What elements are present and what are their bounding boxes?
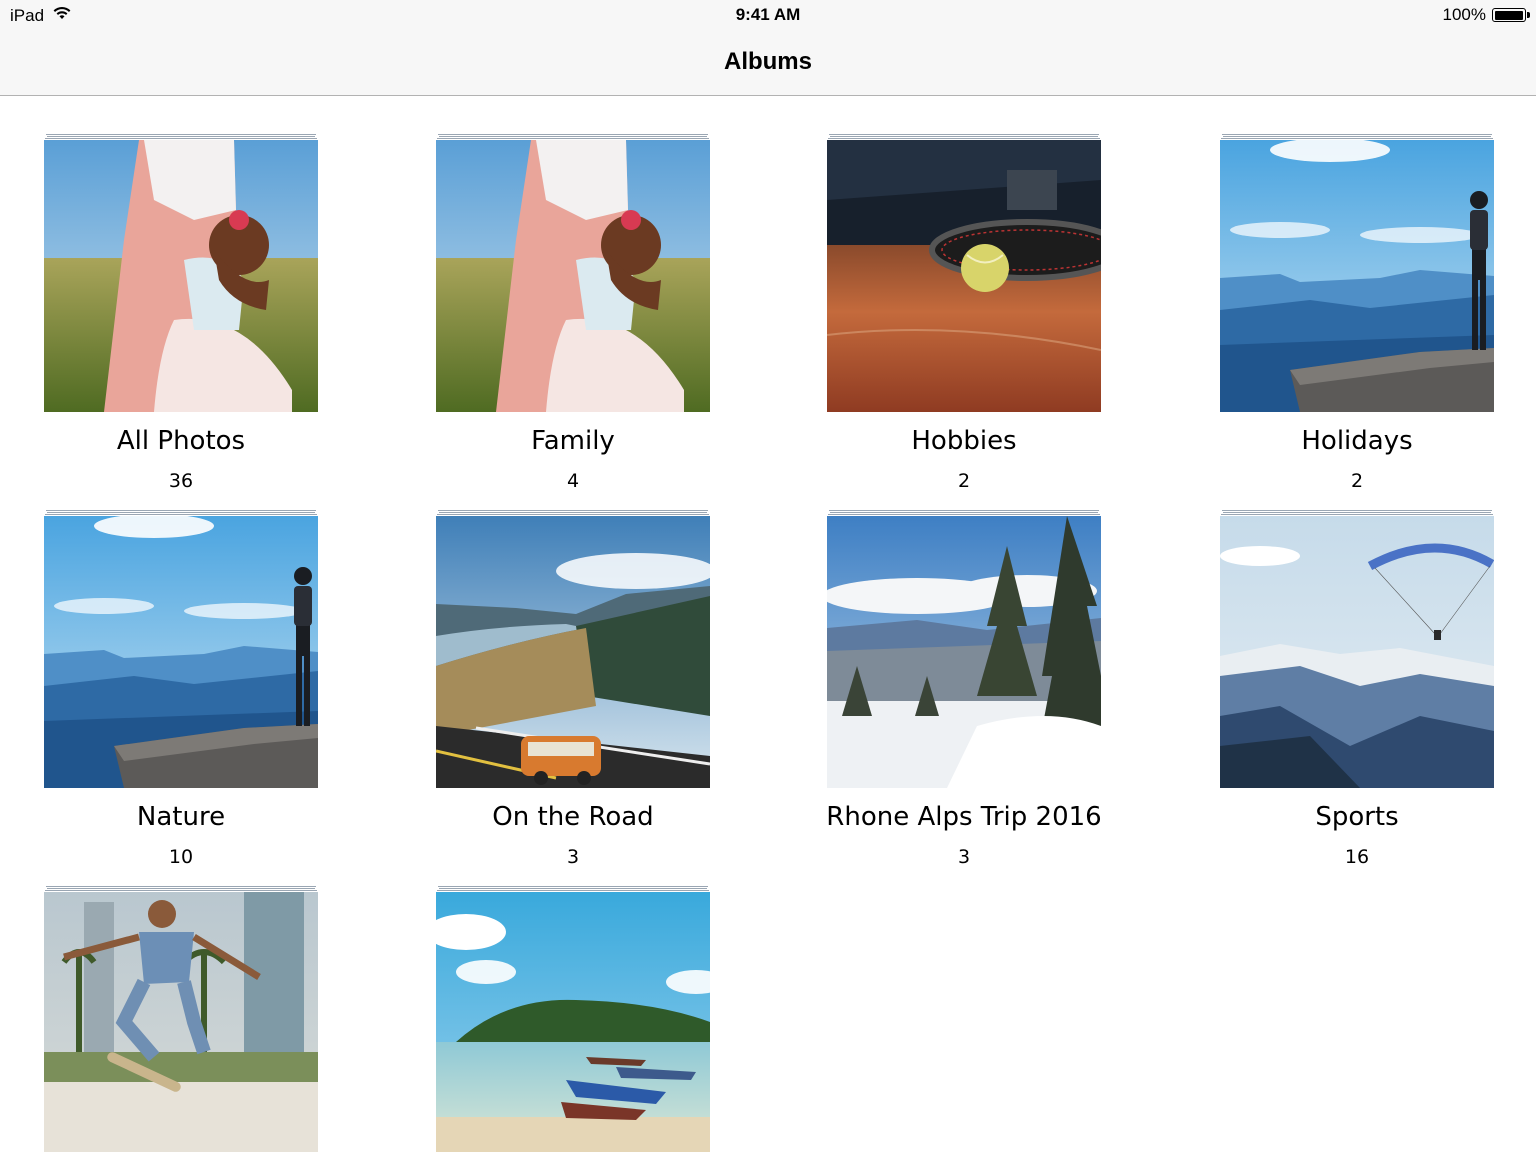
album-stack-edge — [46, 510, 316, 511]
album-photo-count: 10 — [168, 846, 194, 868]
album-title: Rhone Alps Trip 2016 — [826, 802, 1102, 832]
album-stack-edge — [47, 512, 315, 513]
album-thumbnail[interactable] — [44, 140, 318, 412]
album-stack-edge — [1221, 514, 1493, 515]
thumbnail-canyon-cliff-person — [44, 516, 318, 788]
album-title: Holidays — [1301, 426, 1413, 456]
album-title: On the Road — [492, 802, 654, 832]
album-stack-edge — [830, 136, 1098, 137]
album-stack-edge — [437, 514, 709, 515]
album-thumbnail[interactable] — [44, 892, 318, 1152]
status-right: 100% — [1442, 5, 1530, 25]
page-title: Albums — [723, 48, 812, 75]
album-thumbnail[interactable] — [827, 516, 1101, 788]
album-stack-edge — [828, 138, 1100, 139]
album-title: Nature — [136, 802, 226, 832]
thumbnail-tennis-racket-and-ball — [827, 140, 1101, 412]
album-photo-count: 4 — [566, 470, 580, 492]
album-photo-count: 3 — [566, 846, 580, 868]
battery-level-fill — [1494, 10, 1523, 20]
album-stack-edge — [1223, 512, 1491, 513]
thumbnail-skateboarder-jump — [44, 892, 318, 1152]
album-stack-edge — [1222, 134, 1492, 135]
album-title: Sports — [1315, 802, 1399, 832]
album-photo-count: 16 — [1344, 846, 1370, 868]
thumbnail-mother-and-daughter-in-field — [44, 140, 318, 412]
album-stack-edge — [828, 514, 1100, 515]
album-photo-count: 36 — [168, 470, 194, 492]
thumbnail-snowy-pine-forest — [827, 516, 1101, 788]
album-grid: All Photos 36 Family 4 Hobbies 2 Holiday… — [0, 97, 1536, 1152]
album-title: Hobbies — [911, 426, 1017, 456]
album-stack-edge — [1223, 136, 1491, 137]
navigation-bar: Albums — [0, 32, 1536, 96]
album-stack-edge — [830, 512, 1098, 513]
album-thumbnail[interactable] — [827, 140, 1101, 412]
album-title: All Photos — [116, 426, 246, 456]
album-stack-edge — [45, 514, 317, 515]
album-thumbnail[interactable] — [436, 516, 710, 788]
album-stack-edge — [45, 138, 317, 139]
album-thumbnail[interactable] — [1220, 516, 1494, 788]
album-stack-edge — [439, 888, 707, 889]
thumbnail-canyon-cliff-person — [1220, 140, 1494, 412]
album-photo-count: 2 — [1350, 470, 1364, 492]
album-photo-count: 3 — [957, 846, 971, 868]
album-stack-edge — [439, 136, 707, 137]
thumbnail-tropical-island-boats — [436, 892, 710, 1152]
album-stack-edge — [46, 134, 316, 135]
status-bar: iPad 9:41 AM 100% — [0, 0, 1536, 32]
album-thumbnail[interactable] — [436, 892, 710, 1152]
album-stack-edge — [47, 888, 315, 889]
thumbnail-river-valley-van — [436, 516, 710, 788]
album-stack-edge — [438, 134, 708, 135]
album-stack-edge — [47, 136, 315, 137]
album-stack-edge — [439, 512, 707, 513]
album-stack-edge — [1222, 510, 1492, 511]
thumbnail-mother-and-daughter-in-field — [436, 140, 710, 412]
album-photo-count: 2 — [957, 470, 971, 492]
album-stack-edge — [438, 886, 708, 887]
album-thumbnail[interactable] — [436, 140, 710, 412]
battery-percent: 100% — [1442, 5, 1486, 24]
status-time: 9:41 AM — [735, 5, 801, 24]
album-title: Family — [531, 426, 615, 456]
battery-icon — [1492, 8, 1530, 22]
album-stack-edge — [829, 510, 1099, 511]
album-stack-edge — [45, 890, 317, 891]
album-stack-edge — [437, 890, 709, 891]
album-thumbnail[interactable] — [1220, 140, 1494, 412]
album-stack-edge — [46, 886, 316, 887]
album-stack-edge — [1221, 138, 1493, 139]
thumbnail-paraglider-over-mountains — [1220, 516, 1494, 788]
album-thumbnail[interactable] — [44, 516, 318, 788]
album-stack-edge — [438, 510, 708, 511]
album-stack-edge — [829, 134, 1099, 135]
album-stack-edge — [437, 138, 709, 139]
